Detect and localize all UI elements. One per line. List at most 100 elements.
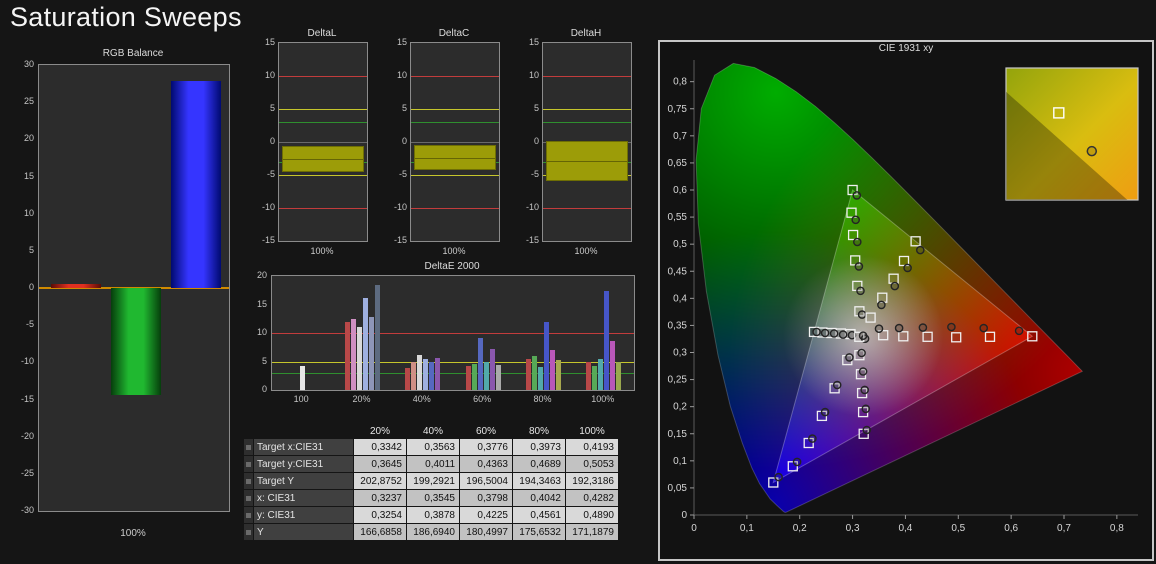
delta-y-tick: 15 bbox=[528, 37, 539, 47]
reference-line bbox=[279, 175, 367, 176]
rgb-y-tick: -25 bbox=[20, 467, 34, 478]
delta-l-panel: DeltaL 100% 15 10 5 0 -5 -10 -15 bbox=[256, 28, 370, 260]
deltae-bar bbox=[351, 319, 356, 390]
delta-h-plot bbox=[542, 42, 632, 242]
table-cell: 0,4011 bbox=[407, 456, 459, 472]
delta-y-tick: -5 bbox=[398, 169, 407, 179]
deltae-bar bbox=[489, 349, 495, 390]
table-row: Y 166,6858 186,6940 180,4997 175,6532 171,187… bbox=[244, 524, 618, 540]
delta-y-tick: 5 bbox=[269, 103, 275, 113]
measured-marker bbox=[874, 324, 884, 334]
rgb-y-tick: -5 bbox=[25, 319, 34, 330]
deltae-bar bbox=[423, 359, 429, 390]
measured-marker bbox=[1014, 326, 1024, 336]
measured-marker bbox=[832, 380, 842, 390]
delta-y-tick: 0 bbox=[269, 136, 275, 146]
table-row: Target y:CIE31 0,3645 0,4011 0,4363 0,4689 0,… bbox=[244, 456, 618, 472]
rgb-y-tick: 20 bbox=[23, 133, 34, 144]
row-label: Target y:CIE31 bbox=[254, 456, 353, 472]
row-indicator bbox=[244, 456, 253, 472]
table-cell: 0,3545 bbox=[407, 490, 459, 506]
deltae-bar bbox=[299, 366, 305, 390]
deltae-bar bbox=[544, 321, 549, 390]
table-cell: 0,4363 bbox=[460, 456, 512, 472]
table-cell: 175,6532 bbox=[513, 524, 565, 540]
reference-line bbox=[272, 361, 634, 363]
table-header: 20% bbox=[369, 425, 390, 437]
deltae-y-tick: 15 bbox=[256, 298, 267, 309]
measured-marker bbox=[792, 457, 802, 467]
deltae-y-tick: 10 bbox=[256, 327, 267, 337]
measured-marker bbox=[838, 330, 848, 339]
rgb-y-tick: 30 bbox=[23, 59, 34, 69]
table-cell: 0,3878 bbox=[407, 507, 459, 523]
cie-y-tick: 0,45 bbox=[668, 266, 688, 277]
cie-chart: 0 0,1 0,2 0,3 0,4 0,5 0,6 0,7 0,8 0,8 0,75 0,7 0,65 0… bbox=[668, 60, 1139, 534]
measured-marker bbox=[903, 263, 912, 273]
deltae-bar bbox=[429, 362, 435, 390]
deltae-bar bbox=[495, 364, 501, 390]
measured-marker bbox=[877, 300, 886, 310]
measured-marker bbox=[857, 310, 867, 319]
cie-panel: CIE 1931 xy 0 0,1 0,2 0,3 0,4 0,5 0,6 0,7 0,8 0,8… bbox=[658, 40, 1154, 561]
deltae-bar bbox=[471, 364, 477, 390]
row-indicator bbox=[244, 490, 253, 506]
blue-bar bbox=[171, 81, 221, 288]
delta-y-tick: 10 bbox=[528, 70, 539, 80]
delta-y-tick: 10 bbox=[396, 70, 407, 80]
deltae-y-tick: 5 bbox=[261, 355, 267, 366]
delta-y-tick: -5 bbox=[530, 169, 539, 179]
table-cell: 0,4561 bbox=[513, 507, 565, 523]
table-cell: 0,3776 bbox=[460, 439, 512, 455]
deltae-bar bbox=[610, 341, 616, 390]
cie-inset-zoom bbox=[1005, 67, 1139, 201]
rgb-y-tick: 0 bbox=[28, 282, 34, 292]
deltae-bar bbox=[369, 316, 374, 390]
reference-line bbox=[279, 109, 367, 110]
cie-x-tick: 0,1 bbox=[740, 523, 754, 534]
rgb-y-tick: 25 bbox=[23, 96, 34, 107]
rgb-balance-xlabel: 100% bbox=[120, 528, 146, 539]
delta-y-tick: -5 bbox=[266, 169, 275, 179]
table-row: x: CIE31 0,3237 0,3545 0,3798 0,4042 0,4282 bbox=[244, 490, 618, 506]
delta-y-tick: -10 bbox=[261, 202, 275, 212]
deltae-bar bbox=[345, 321, 350, 390]
measured-marker bbox=[918, 323, 928, 332]
table-cell: 0,3563 bbox=[407, 439, 459, 455]
row-label: y: CIE31 bbox=[254, 507, 353, 523]
measured-marker bbox=[852, 237, 862, 247]
cie-y-tick: 0,75 bbox=[668, 104, 688, 115]
deltae-y-tick: 0 bbox=[261, 384, 267, 394]
measured-marker bbox=[858, 331, 868, 341]
measured-marker bbox=[858, 367, 868, 376]
reference-line bbox=[272, 372, 634, 374]
cie-x-tick: 0,3 bbox=[846, 523, 860, 534]
delta-l-title: DeltaL bbox=[307, 28, 337, 39]
table-cell: 0,3645 bbox=[354, 456, 406, 472]
deltae-bar bbox=[616, 361, 622, 390]
deltae-bar bbox=[465, 366, 471, 390]
table-row: Target x:CIE31 0,3342 0,3563 0,3776 0,3973 0,… bbox=[244, 439, 618, 455]
delta-y-tick: 5 bbox=[533, 103, 539, 113]
table-header: 100% bbox=[579, 425, 605, 437]
table-cell: 0,4042 bbox=[513, 490, 565, 506]
cie-y-tick: 0,7 bbox=[673, 131, 687, 142]
rgb-y-tick: -15 bbox=[20, 393, 34, 404]
deltae-bar bbox=[538, 367, 543, 390]
delta-y-tick: 15 bbox=[396, 37, 407, 47]
deltae-bar bbox=[604, 291, 610, 390]
delta-h-xlabel: 100% bbox=[574, 246, 598, 256]
table-cell: 0,4225 bbox=[460, 507, 512, 523]
table-cell: 166,6858 bbox=[354, 524, 406, 540]
measured-marker bbox=[860, 385, 869, 395]
measured-marker bbox=[856, 286, 865, 296]
rgb-y-tick: -20 bbox=[20, 430, 34, 441]
reference-line bbox=[279, 208, 367, 209]
deltae-bar bbox=[598, 358, 604, 391]
table-cell: 0,5053 bbox=[566, 456, 618, 472]
delta-l-plot bbox=[278, 42, 368, 242]
reference-line bbox=[543, 208, 631, 209]
cie-y-tick: 0 bbox=[681, 510, 687, 521]
deltae-bar bbox=[556, 360, 561, 390]
reference-line bbox=[279, 122, 367, 124]
